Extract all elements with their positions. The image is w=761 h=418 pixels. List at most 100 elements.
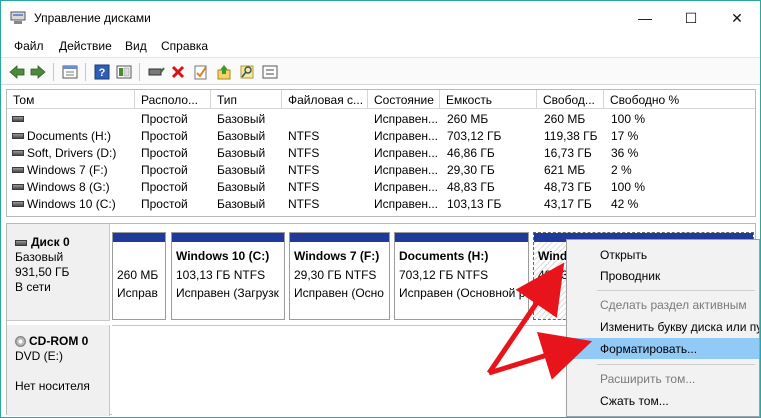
volume-layout: Простой <box>141 163 188 177</box>
maximize-icon: ☐ <box>684 9 698 26</box>
options-icon[interactable] <box>261 63 279 81</box>
forward-arrow-icon[interactable] <box>29 63 47 81</box>
column-header-status[interactable]: Состояние <box>368 90 440 109</box>
partition-status: Исправен (Загрузк <box>176 286 279 300</box>
partition-bar <box>113 233 165 242</box>
view-icon[interactable] <box>115 63 133 81</box>
minimize-button[interactable]: — <box>622 1 668 35</box>
partition-size: 48,83 <box>538 268 569 282</box>
column-header-volume[interactable]: Том <box>7 90 135 109</box>
partition-windows7[interactable]: Windows 7 (F:) 29,30 ГБ NTFS Исправен (О… <box>289 232 390 320</box>
partition-name: Documents (H:) <box>399 249 489 263</box>
menu-help[interactable]: Справка <box>161 39 208 53</box>
drive-icon <box>12 201 24 207</box>
column-header-free-percent[interactable]: Свободно % <box>604 90 755 109</box>
column-header-type[interactable]: Тип <box>211 90 282 109</box>
volume-filesystem: NTFS <box>288 163 320 177</box>
volume-status: Исправен... <box>374 180 439 194</box>
volume-type: Базовый <box>217 163 266 177</box>
volume-layout: Простой <box>141 129 188 143</box>
disk0-label[interactable]: Диск 0 Базовый 931,50 ГБ В сети <box>7 224 110 321</box>
search-icon[interactable] <box>238 63 256 81</box>
volume-name: Windows 7 (F:) <box>27 163 108 177</box>
maximize-button[interactable]: ☐ <box>668 1 714 35</box>
volume-capacity: 103,13 ГБ <box>447 197 502 211</box>
ctx-separator <box>597 364 755 365</box>
volume-capacity: 703,12 ГБ <box>447 129 502 143</box>
partition-documents[interactable]: Documents (H:) 703,12 ГБ NTFS Исправен (… <box>394 232 529 320</box>
volume-row[interactable]: Windows 7 (F:) Простой Базовый NTFS Испр… <box>7 162 755 179</box>
menu-bar: Файл Действие Вид Справка <box>1 36 760 56</box>
volume-layout: Простой <box>141 197 188 211</box>
toolbar-separator <box>85 63 86 81</box>
ctx-open[interactable]: Открыть <box>567 244 759 265</box>
drive-icon <box>12 184 24 190</box>
volume-type: Базовый <box>217 112 266 126</box>
cdrom-status: Нет носителя <box>15 379 90 393</box>
column-header-free[interactable]: Свобод... <box>537 90 604 109</box>
volume-row[interactable]: Простой Базовый Исправен... 260 МБ 260 М… <box>7 111 755 128</box>
menu-action[interactable]: Действие <box>59 39 112 53</box>
properties-icon[interactable] <box>61 63 79 81</box>
volume-type: Базовый <box>217 197 266 211</box>
partition-name: Windows 10 (C:) <box>176 249 270 263</box>
toolbar: ? <box>1 57 760 85</box>
back-arrow-icon[interactable] <box>8 63 26 81</box>
partition-windows10[interactable]: Windows 10 (C:) 103,13 ГБ NTFS Исправен … <box>171 232 285 320</box>
partition-status: Исправен (Основной р <box>399 286 526 300</box>
partition-size: 103,13 ГБ NTFS <box>176 268 266 282</box>
volume-row[interactable]: Windows 8 (G:) Простой Базовый NTFS Испр… <box>7 179 755 196</box>
ctx-explorer[interactable]: Проводник <box>567 265 759 286</box>
column-header-capacity[interactable]: Емкость <box>440 90 537 109</box>
drive-icon <box>12 133 24 139</box>
close-icon: ✕ <box>731 9 743 26</box>
delete-icon[interactable] <box>169 63 187 81</box>
volume-free-percent: 2 % <box>611 163 632 177</box>
volume-list-header: Том Располо... Тип Файловая с... Состоян… <box>7 90 755 109</box>
volume-free: 260 МБ <box>544 112 586 126</box>
volume-list: Том Располо... Тип Файловая с... Состоян… <box>6 89 756 217</box>
close-button[interactable]: ✕ <box>714 1 760 35</box>
cdrom-label[interactable]: CD-ROM 0 DVD (E:) Нет носителя <box>7 325 110 416</box>
column-header-layout[interactable]: Располо... <box>135 90 211 109</box>
volume-free: 48,73 ГБ <box>544 180 592 194</box>
volume-free: 119,38 ГБ <box>544 129 598 143</box>
volume-layout: Простой <box>141 146 188 160</box>
partition-size: 29,30 ГБ NTFS <box>294 268 377 282</box>
ctx-extend-volume: Расширить том... <box>600 372 696 386</box>
disk0-type: Базовый <box>15 250 64 264</box>
drive-icon <box>12 116 24 122</box>
volume-status: Исправен... <box>374 112 439 126</box>
volume-type: Базовый <box>217 180 266 194</box>
column-header-filesystem[interactable]: Файловая с... <box>282 90 368 109</box>
volume-row[interactable]: Soft, Drivers (D:) Простой Базовый NTFS … <box>7 145 755 162</box>
ctx-mark-active: Сделать раздел активным <box>600 298 747 312</box>
ctx-format[interactable]: Форматировать... <box>567 338 759 359</box>
cdrom-name: CD-ROM 0 <box>29 334 89 348</box>
ctx-shrink-volume[interactable]: Сжать том... <box>567 390 759 411</box>
ctx-change-drive-letter[interactable]: Изменить букву диска или пу <box>567 316 759 337</box>
volume-free-percent: 36 % <box>611 146 639 160</box>
partition-bar <box>172 233 284 242</box>
menu-view[interactable]: Вид <box>125 39 147 53</box>
title-bar: Управление дисками — ☐ ✕ <box>1 1 760 35</box>
volume-capacity: 29,30 ГБ <box>447 163 495 177</box>
menu-file[interactable]: Файл <box>14 39 44 53</box>
import-icon[interactable] <box>215 63 233 81</box>
volume-capacity: 260 МБ <box>447 112 489 126</box>
volume-status: Исправен... <box>374 197 439 211</box>
help-icon[interactable]: ? <box>93 63 111 81</box>
volume-type: Базовый <box>217 146 266 160</box>
window-title: Управление дисками <box>34 11 151 25</box>
volume-layout: Простой <box>141 112 188 126</box>
volume-filesystem: NTFS <box>288 146 320 160</box>
volume-row[interactable]: Windows 10 (C:) Простой Базовый NTFS Исп… <box>7 196 755 213</box>
ctx-separator <box>597 290 755 291</box>
volume-row[interactable]: Documents (H:) Простой Базовый NTFS Испр… <box>7 128 755 145</box>
volume-name: Windows 10 (C:) <box>27 197 116 211</box>
checklist-icon[interactable] <box>192 63 210 81</box>
disk-management-app-icon <box>10 11 26 24</box>
partition-bar <box>290 233 389 242</box>
connect-icon[interactable] <box>147 63 165 81</box>
partition-system-reserved[interactable]: 260 МБ Исправ <box>112 232 166 320</box>
